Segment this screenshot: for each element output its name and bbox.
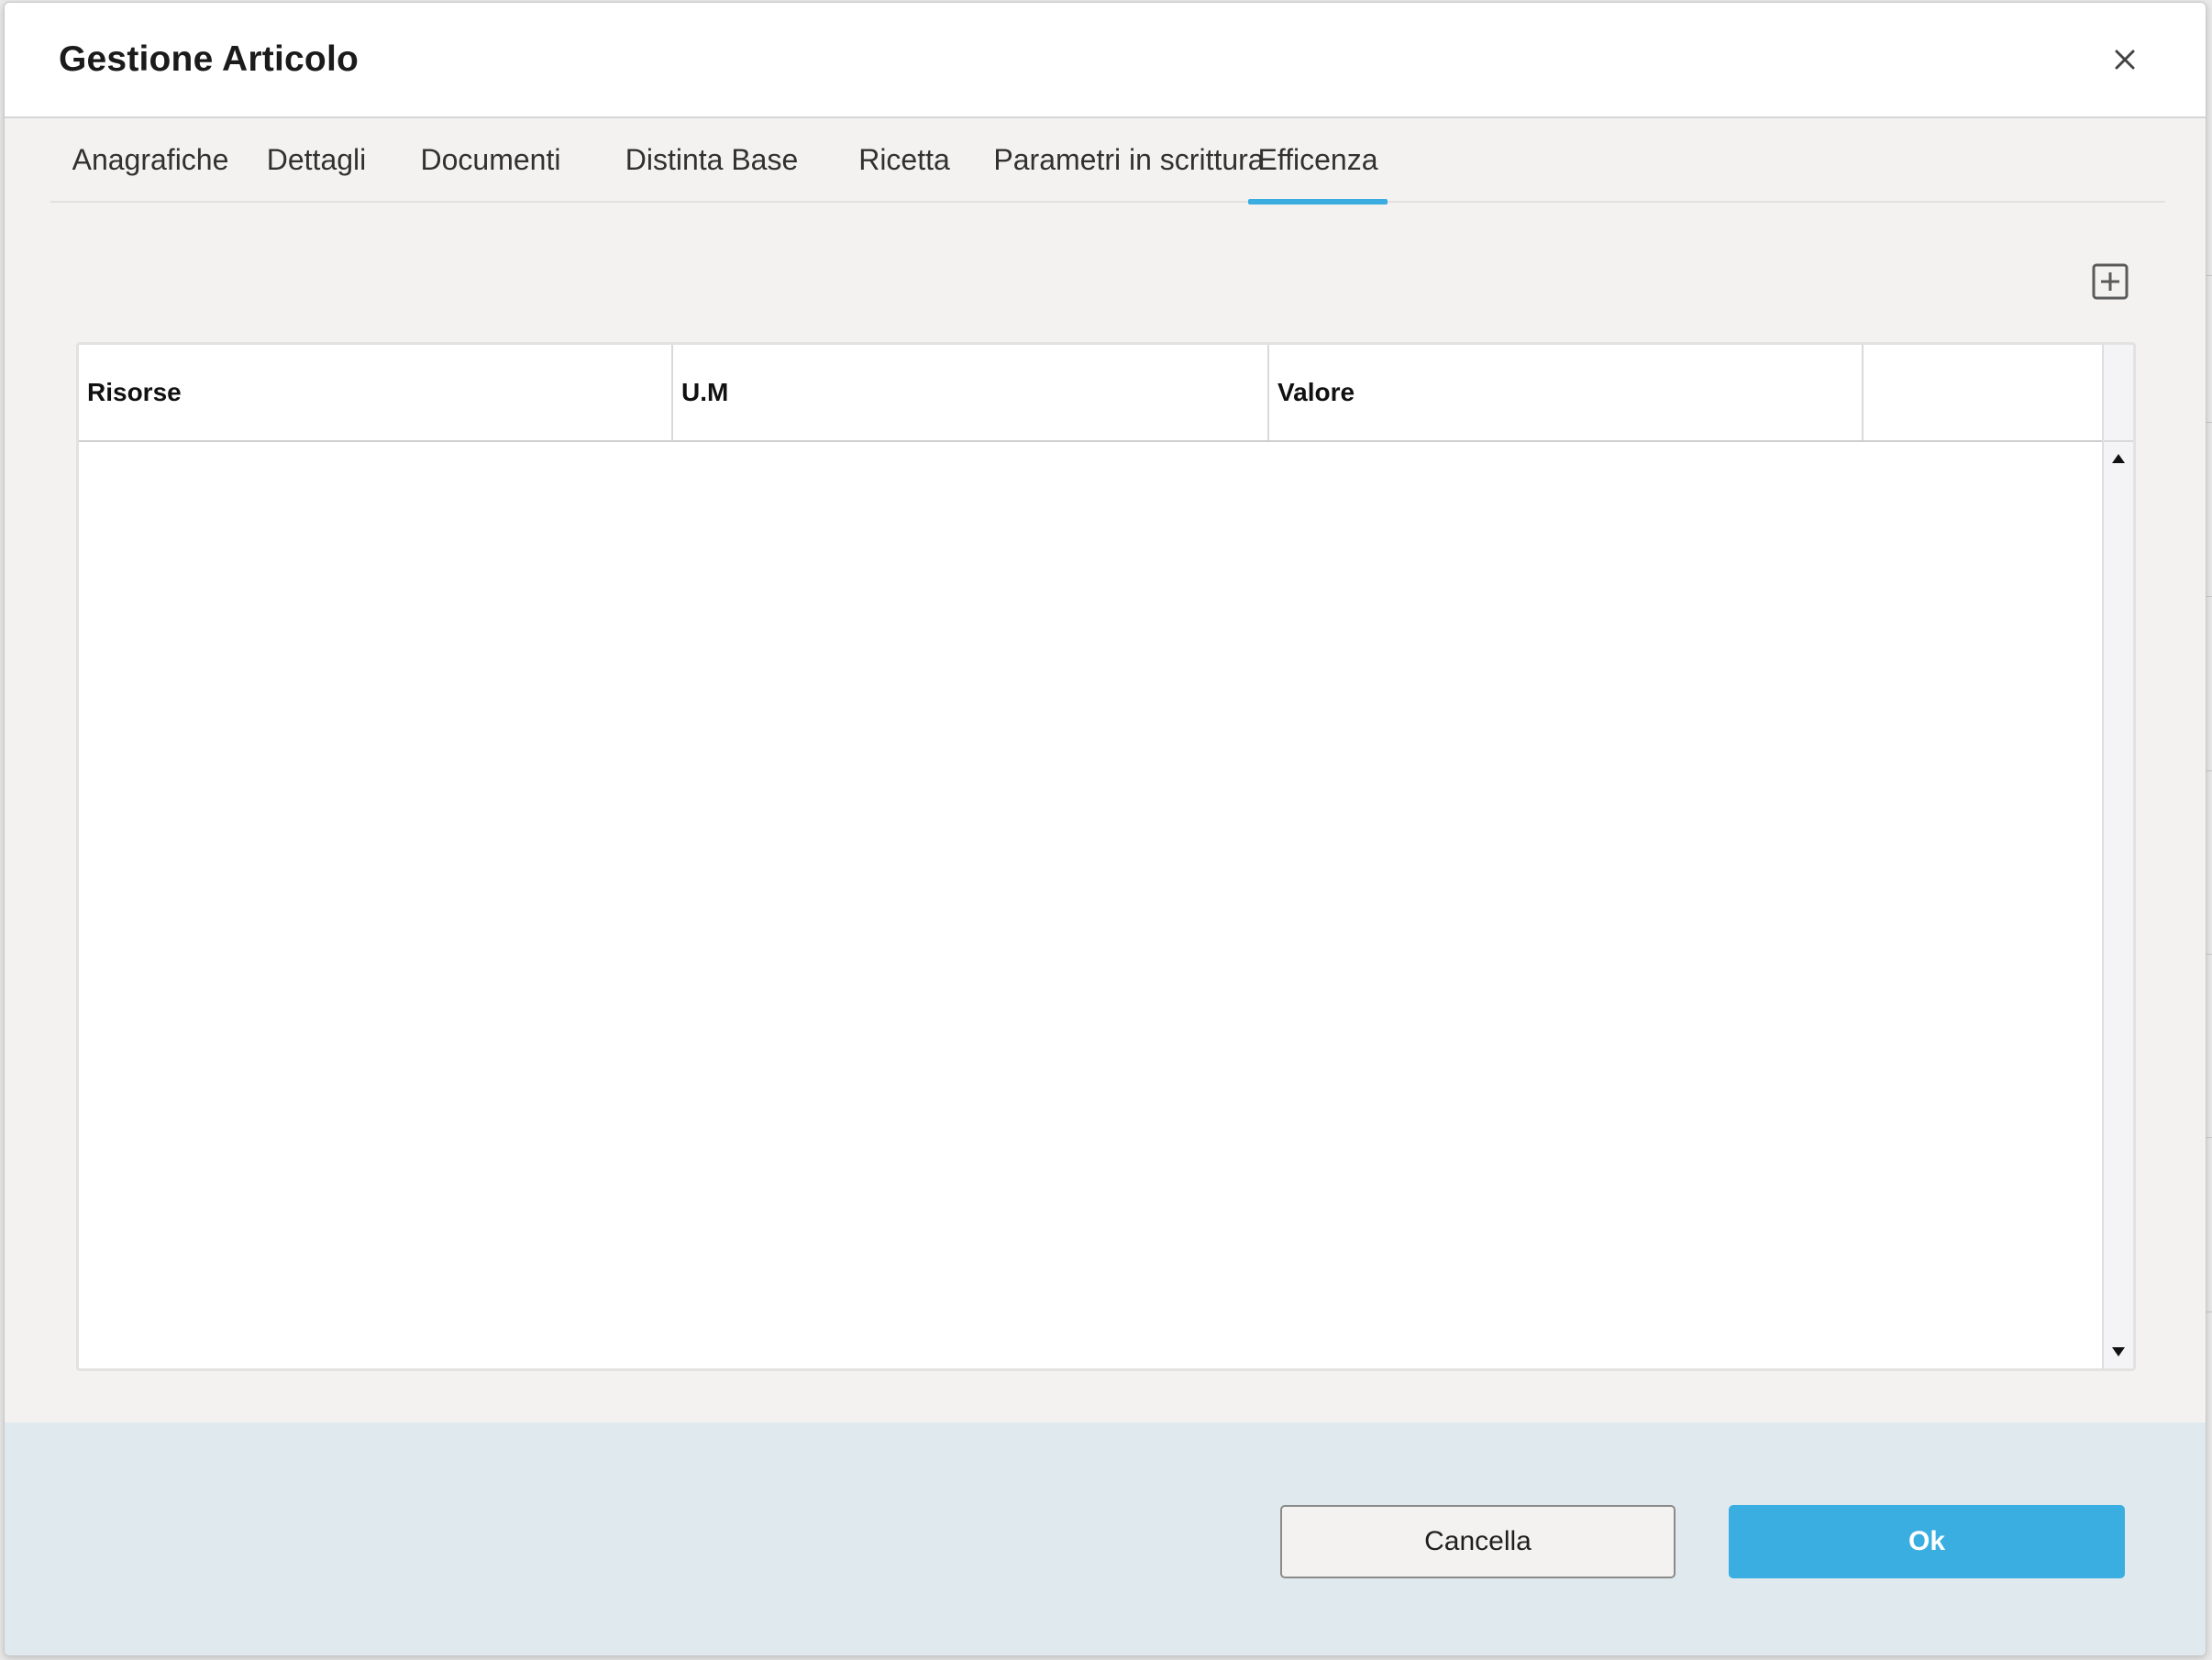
close-button[interactable]	[2105, 39, 2145, 80]
vertical-scrollbar[interactable]	[2102, 345, 2133, 1368]
dialog-footer: Cancella Ok	[5, 1422, 2206, 1655]
grid-header: Risorse U.M Valore	[79, 345, 2102, 442]
plus-square-icon	[2092, 263, 2129, 300]
tab-anagrafiche[interactable]: Anagrafiche	[72, 118, 229, 201]
grid-body	[79, 442, 2102, 1368]
tab-documenti[interactable]: Documenti	[415, 118, 566, 201]
tab-distinta-base[interactable]: Distinta Base	[606, 118, 817, 201]
tab-ricetta[interactable]: Ricetta	[857, 118, 952, 201]
tab-dettagli[interactable]: Dettagli	[263, 118, 370, 201]
dialog-header: Gestione Articolo	[5, 3, 2206, 118]
column-header-risorse[interactable]: Risorse	[79, 345, 673, 440]
column-header-valore[interactable]: Valore	[1269, 345, 1864, 440]
scrollbar-header-cap	[2104, 345, 2133, 442]
caret-up-icon	[2112, 454, 2125, 463]
close-icon	[2115, 50, 2135, 70]
efficienza-grid: Risorse U.M Valore	[76, 342, 2136, 1371]
scroll-down-button[interactable]	[2111, 1345, 2126, 1359]
column-header-actions	[1864, 345, 2102, 440]
ok-button[interactable]: Ok	[1729, 1505, 2125, 1578]
column-header-um[interactable]: U.M	[673, 345, 1269, 440]
tab-efficenza[interactable]: Efficenza	[1248, 118, 1388, 205]
scroll-up-button[interactable]	[2111, 451, 2126, 466]
cancel-button[interactable]: Cancella	[1280, 1505, 1676, 1578]
caret-down-icon	[2112, 1347, 2125, 1356]
add-row-button[interactable]	[2091, 262, 2129, 301]
tab-parametri-in-scrittura[interactable]: Parametri in scrittura	[990, 118, 1267, 201]
gestione-articolo-dialog: Gestione Articolo Anagrafiche Dettagli D…	[4, 2, 2206, 1656]
tab-bar: Anagrafiche Dettagli Documenti Distinta …	[50, 118, 2165, 205]
dialog-title: Gestione Articolo	[59, 39, 359, 79]
